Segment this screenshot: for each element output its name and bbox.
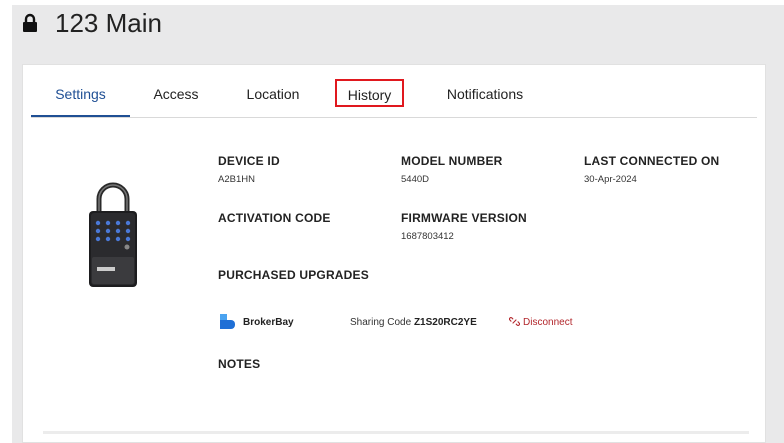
tab-bar: Settings Access Location History Notific… [31,79,757,118]
brokerbay-logo-icon [220,314,235,329]
purchased-upgrades-label: PURCHASED UPGRADES [218,268,369,282]
last-connected-value: 30-Apr-2024 [584,174,637,185]
tab-notifications[interactable]: Notifications [445,79,525,115]
model-number-value: 5440D [401,174,429,185]
disconnect-label: Disconnect [523,317,573,328]
activation-code-label: ACTIVATION CODE [218,211,331,225]
tab-access[interactable]: Access [150,79,202,115]
device-id-label: DEVICE ID [218,154,280,168]
tab-location[interactable]: Location [243,79,303,115]
firmware-version-label: FIRMWARE VERSION [401,211,527,225]
firmware-version-value: 1687803412 [401,231,454,242]
model-number-label: MODEL NUMBER [401,154,503,168]
card-divider [43,431,749,434]
sharing-code: Sharing Code Z1S20RC2YE [350,317,477,328]
page-title: 123 Main [55,8,162,38]
sharing-code-prefix: Sharing Code [350,317,412,328]
sharing-code-value: Z1S20RC2YE [413,317,477,328]
device-card: Settings Access Location History Notific… [22,64,766,443]
upgrade-name: BrokerBay [243,317,294,328]
notes-label: NOTES [218,357,261,371]
disconnect-link[interactable]: Disconnect [508,316,573,328]
unlink-icon [508,317,521,326]
tab-history[interactable]: History [335,79,404,107]
tab-settings[interactable]: Settings [31,79,130,117]
last-connected-label: LAST CONNECTED ON [584,154,720,168]
lockbox-device-image [89,182,137,287]
device-id-value: A2B1HN [218,174,255,185]
lock-icon [23,13,37,32]
